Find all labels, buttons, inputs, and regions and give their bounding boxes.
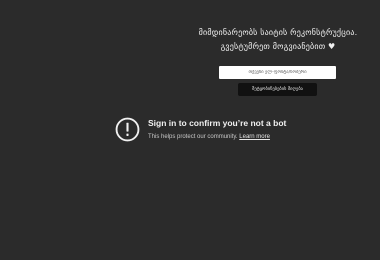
signin-title: Sign in to confirm you’re not a bot [148,118,287,128]
signin-subtitle: This helps protect our community. Learn … [148,134,270,140]
maintenance-notice: მიმდინარეობს საიტის რეკონსტრუქცია. გვესტ… [190,26,366,54]
learn-more-link[interactable]: Learn more [239,134,270,140]
signin-subtitle-text: This helps protect our community. [148,134,238,140]
notice-line-2: გვესტუმრეთ მოგვიანებით ♥ [220,42,336,51]
alert-circle-icon [115,117,140,142]
bot-check-panel: Sign in to confirm you’re not a bot This… [112,114,312,150]
notice-line-1: მიმდინარეობს საიტის რეკონსტრუქცია. [198,28,358,37]
page: მიმდინარეობს საიტის რეკონსტრუქცია. გვესტ… [0,0,380,260]
contact-input[interactable] [219,66,336,79]
subscribe-button[interactable]: შეტყობინებების მიღება [238,83,317,96]
